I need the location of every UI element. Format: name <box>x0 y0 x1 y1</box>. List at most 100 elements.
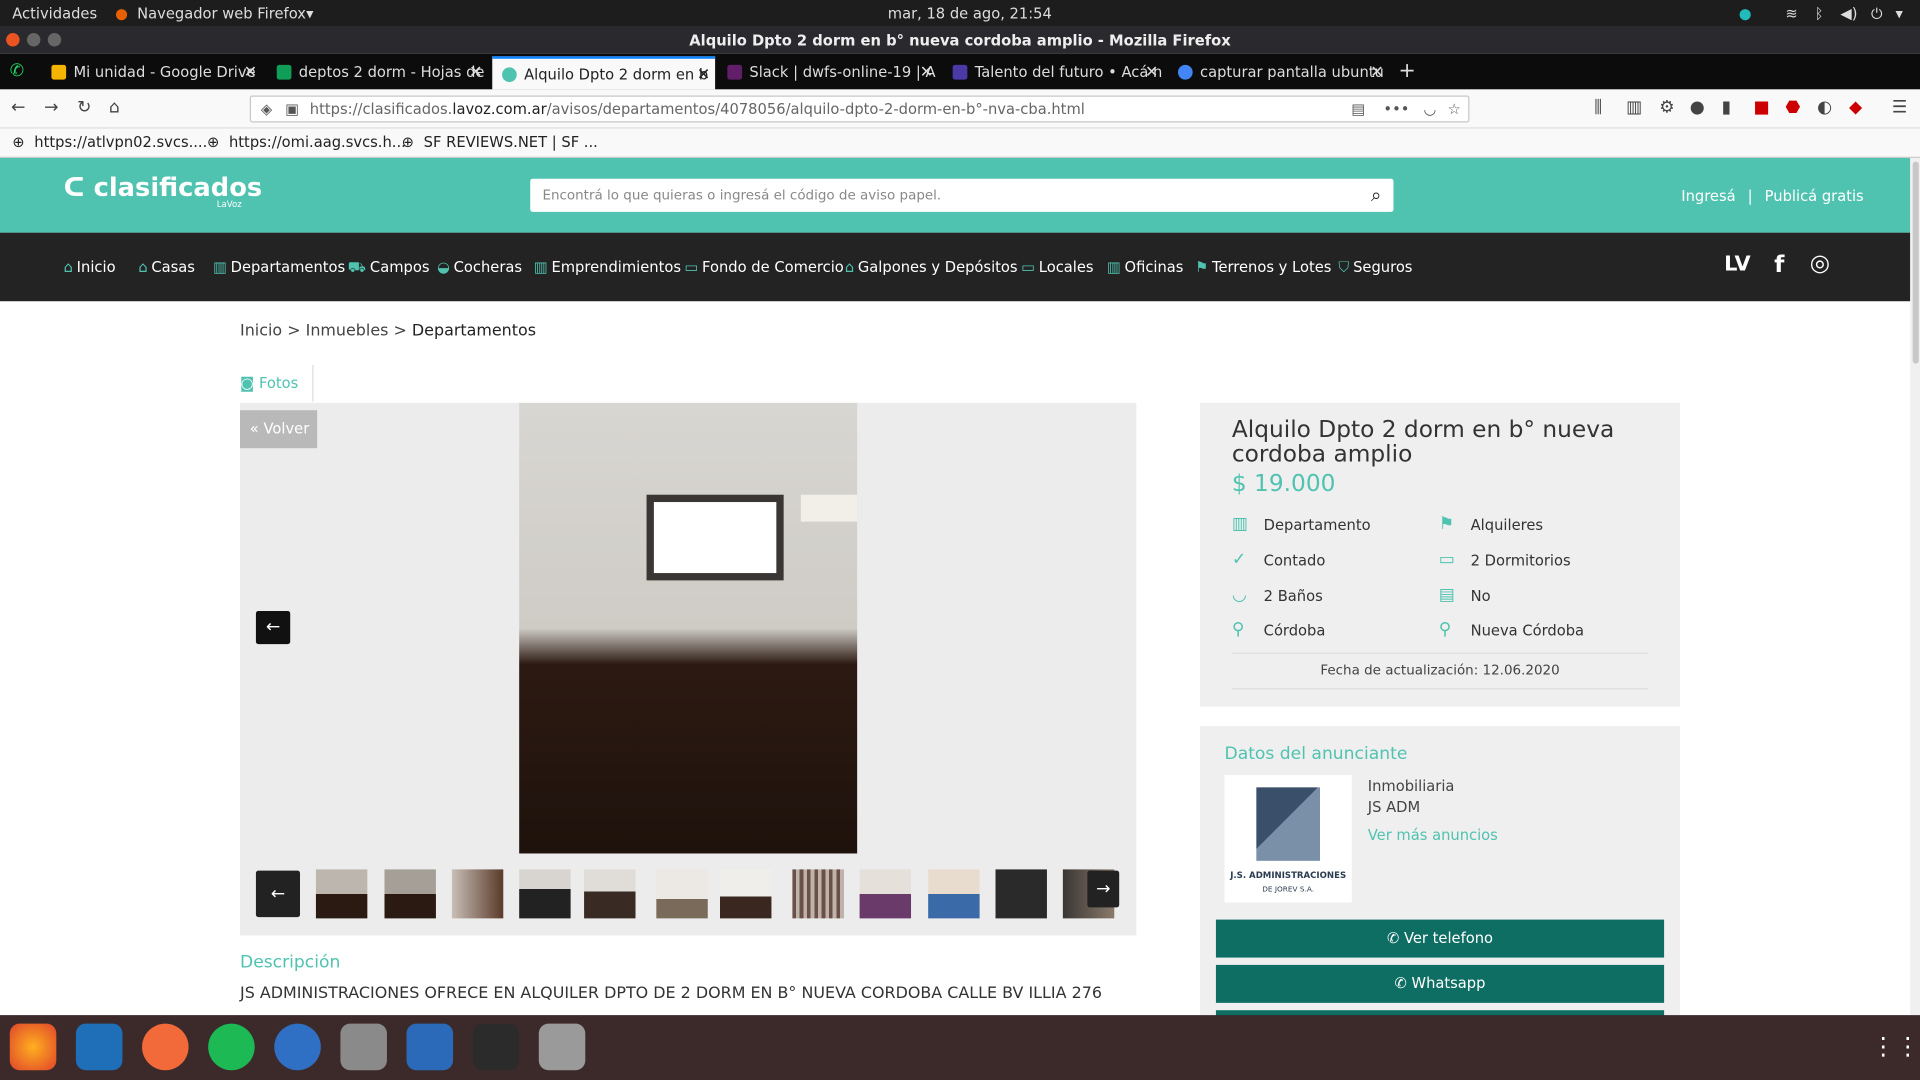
bluetooth-icon[interactable]: ᛒ <box>1815 5 1824 22</box>
thumbnail[interactable] <box>656 869 708 919</box>
prev-photo-button[interactable]: ← <box>255 611 291 645</box>
thumbnail[interactable] <box>859 869 912 919</box>
close-icon[interactable]: ✕ <box>1370 56 1383 89</box>
vscode-icon[interactable] <box>75 1023 123 1071</box>
close-icon[interactable]: ✕ <box>1145 56 1158 89</box>
sidebar-icon[interactable]: ▥ <box>1626 98 1642 118</box>
terminal-icon[interactable] <box>472 1023 520 1071</box>
tab-fotos[interactable]: ◙ Fotos <box>240 364 314 402</box>
breadcrumb-section[interactable]: Inmuebles <box>306 322 389 340</box>
back-button[interactable]: « Volver <box>240 410 318 449</box>
search-input[interactable]: Encontrá lo que quieras o ingresá el cód… <box>530 178 1394 212</box>
more-listings-link[interactable]: Ver más anuncios <box>1368 827 1498 844</box>
nav-seguros[interactable]: ⛉ Seguros <box>1338 258 1412 276</box>
maximize-window-button[interactable] <box>47 33 62 47</box>
forward-icon[interactable]: → <box>44 98 58 118</box>
app-menu[interactable]: Navegador web Firefox <box>137 5 306 22</box>
extension-icon[interactable]: ■ <box>1753 98 1769 118</box>
bookmark-item[interactable]: https://atlvpn02.svcs.... <box>34 133 207 150</box>
status-icon[interactable]: ● <box>1739 5 1752 22</box>
reader-view-icon[interactable]: ▤ <box>1351 97 1365 121</box>
thumbs-next-button[interactable]: → <box>1087 870 1120 908</box>
library-icon[interactable]: ⫼ <box>1594 98 1602 118</box>
adblock-icon[interactable]: ⬣ <box>1785 98 1800 118</box>
thumbnail[interactable] <box>384 869 436 919</box>
activities-button[interactable]: Actividades <box>12 5 97 22</box>
nav-locales[interactable]: ▭ Locales <box>1021 258 1093 275</box>
lock-icon[interactable]: ▣ <box>285 97 299 121</box>
menu-icon[interactable]: ☰ <box>1892 98 1907 118</box>
home-icon[interactable]: ⌂ <box>109 98 120 118</box>
star-icon[interactable]: ☆ <box>1448 97 1461 121</box>
nav-oficinas[interactable]: ▥ Oficinas <box>1107 258 1184 275</box>
close-icon[interactable]: ✕ <box>244 56 257 89</box>
nav-emprendimientos[interactable]: ▥ Emprendimientos <box>534 258 681 275</box>
minimize-window-button[interactable] <box>26 33 41 47</box>
thumbnail[interactable] <box>584 869 636 919</box>
more-icon[interactable]: ••• <box>1383 97 1409 121</box>
back-icon[interactable]: ← <box>11 98 25 118</box>
nav-cocheras[interactable]: ◒ Cocheras <box>437 258 522 275</box>
nav-galpones[interactable]: ⌂ Galpones y Depósitos <box>845 258 1018 275</box>
new-tab-button[interactable]: + <box>1398 59 1415 83</box>
lavoz-link[interactable]: LV <box>1724 252 1751 276</box>
clock[interactable]: mar, 18 de ago, 21:54 <box>888 5 1052 22</box>
network-icon[interactable]: ≋ <box>1785 5 1797 22</box>
settings-icon[interactable] <box>538 1023 586 1071</box>
power-icon[interactable]: ⏻ <box>1871 5 1883 23</box>
nav-inicio[interactable]: ⌂ Inicio <box>64 258 116 275</box>
nav-terrenos[interactable]: ⚑ Terrenos y Lotes <box>1195 258 1331 275</box>
close-icon[interactable]: ✕ <box>469 56 482 89</box>
thumbnail[interactable] <box>519 869 571 919</box>
thumbnail[interactable] <box>995 869 1047 919</box>
extension-icon[interactable]: ● <box>1690 98 1705 118</box>
nav-campos[interactable]: ⛟ Campos <box>348 258 430 278</box>
thumbnail[interactable] <box>315 869 368 919</box>
thumbnail[interactable] <box>928 869 980 919</box>
tab-slack[interactable]: Slack | dwfs-online-19 | A ✕ <box>718 56 938 89</box>
url-bar[interactable]: ◈ ▣ https://clasificados.lavoz.com.ar/av… <box>249 95 1470 123</box>
thumbnail[interactable] <box>792 869 844 919</box>
bookmark-item[interactable]: SF REVIEWS.NET | SF ... <box>424 133 598 150</box>
main-photo[interactable] <box>519 402 858 854</box>
site-logo[interactable]: ᑕ clasificados <box>64 173 263 202</box>
thunderbird-icon[interactable] <box>274 1023 321 1071</box>
extension-icon[interactable]: ◐ <box>1817 98 1832 118</box>
extension-icon[interactable]: ▮ <box>1722 98 1731 118</box>
tab-google-search[interactable]: capturar pantalla ubuntu ✕ <box>1168 56 1388 89</box>
tab-google-drive[interactable]: Mi unidad - Google Drive ✕ <box>42 56 262 89</box>
nav-fondo-de-comercio[interactable]: ▭ Fondo de Comercio <box>684 258 843 275</box>
breadcrumb-home[interactable]: Inicio <box>240 322 282 340</box>
app-grid-icon[interactable]: ⋮⋮⋮ <box>1871 1031 1920 1060</box>
pocket-icon[interactable]: ◡ <box>1424 97 1437 121</box>
extension-icon[interactable]: ⚙ <box>1659 98 1674 118</box>
close-icon[interactable]: ✕ <box>697 59 710 90</box>
tab-talento[interactable]: Talento del futuro • Acá n ✕ <box>943 56 1163 89</box>
close-window-button[interactable] <box>6 33 20 47</box>
postman-icon[interactable] <box>142 1023 189 1071</box>
search-icon[interactable]: ⌕ <box>1371 179 1381 212</box>
thumbnail[interactable] <box>451 869 504 919</box>
scrollbar-thumb[interactable] <box>1912 161 1919 364</box>
login-link[interactable]: Ingresá <box>1681 187 1735 204</box>
nav-casas[interactable]: ⌂ Casas <box>138 258 195 275</box>
files-icon[interactable] <box>340 1023 387 1071</box>
thumbnail[interactable] <box>720 869 772 919</box>
writer-icon[interactable] <box>406 1023 454 1071</box>
nav-departamentos[interactable]: ▥ Departamentos <box>213 258 345 275</box>
thumbs-prev-button[interactable]: ← <box>255 870 301 918</box>
view-phone-button[interactable]: ✆ Ver telefono <box>1215 919 1665 958</box>
tab-clasificados[interactable]: Alquilo Dpto 2 dorm en b ✕ <box>492 56 716 90</box>
publish-link[interactable]: Publicá gratis <box>1765 187 1864 204</box>
spotify-icon[interactable] <box>208 1023 255 1071</box>
bookmark-item[interactable]: https://omi.aag.svcs.h... <box>229 133 406 150</box>
whatsapp-button[interactable]: ✆ Whatsapp <box>1215 964 1665 1003</box>
reload-icon[interactable]: ↻ <box>77 98 91 118</box>
instagram-icon[interactable]: ◎ <box>1810 250 1830 277</box>
shield-icon[interactable]: ◈ <box>261 97 272 121</box>
extension-icon[interactable]: ◆ <box>1849 98 1862 118</box>
whatsapp-icon[interactable]: ✆ <box>10 61 24 81</box>
close-icon[interactable]: ✕ <box>920 56 933 89</box>
facebook-icon[interactable]: f <box>1774 251 1784 278</box>
volume-icon[interactable]: ◀) <box>1840 5 1857 22</box>
